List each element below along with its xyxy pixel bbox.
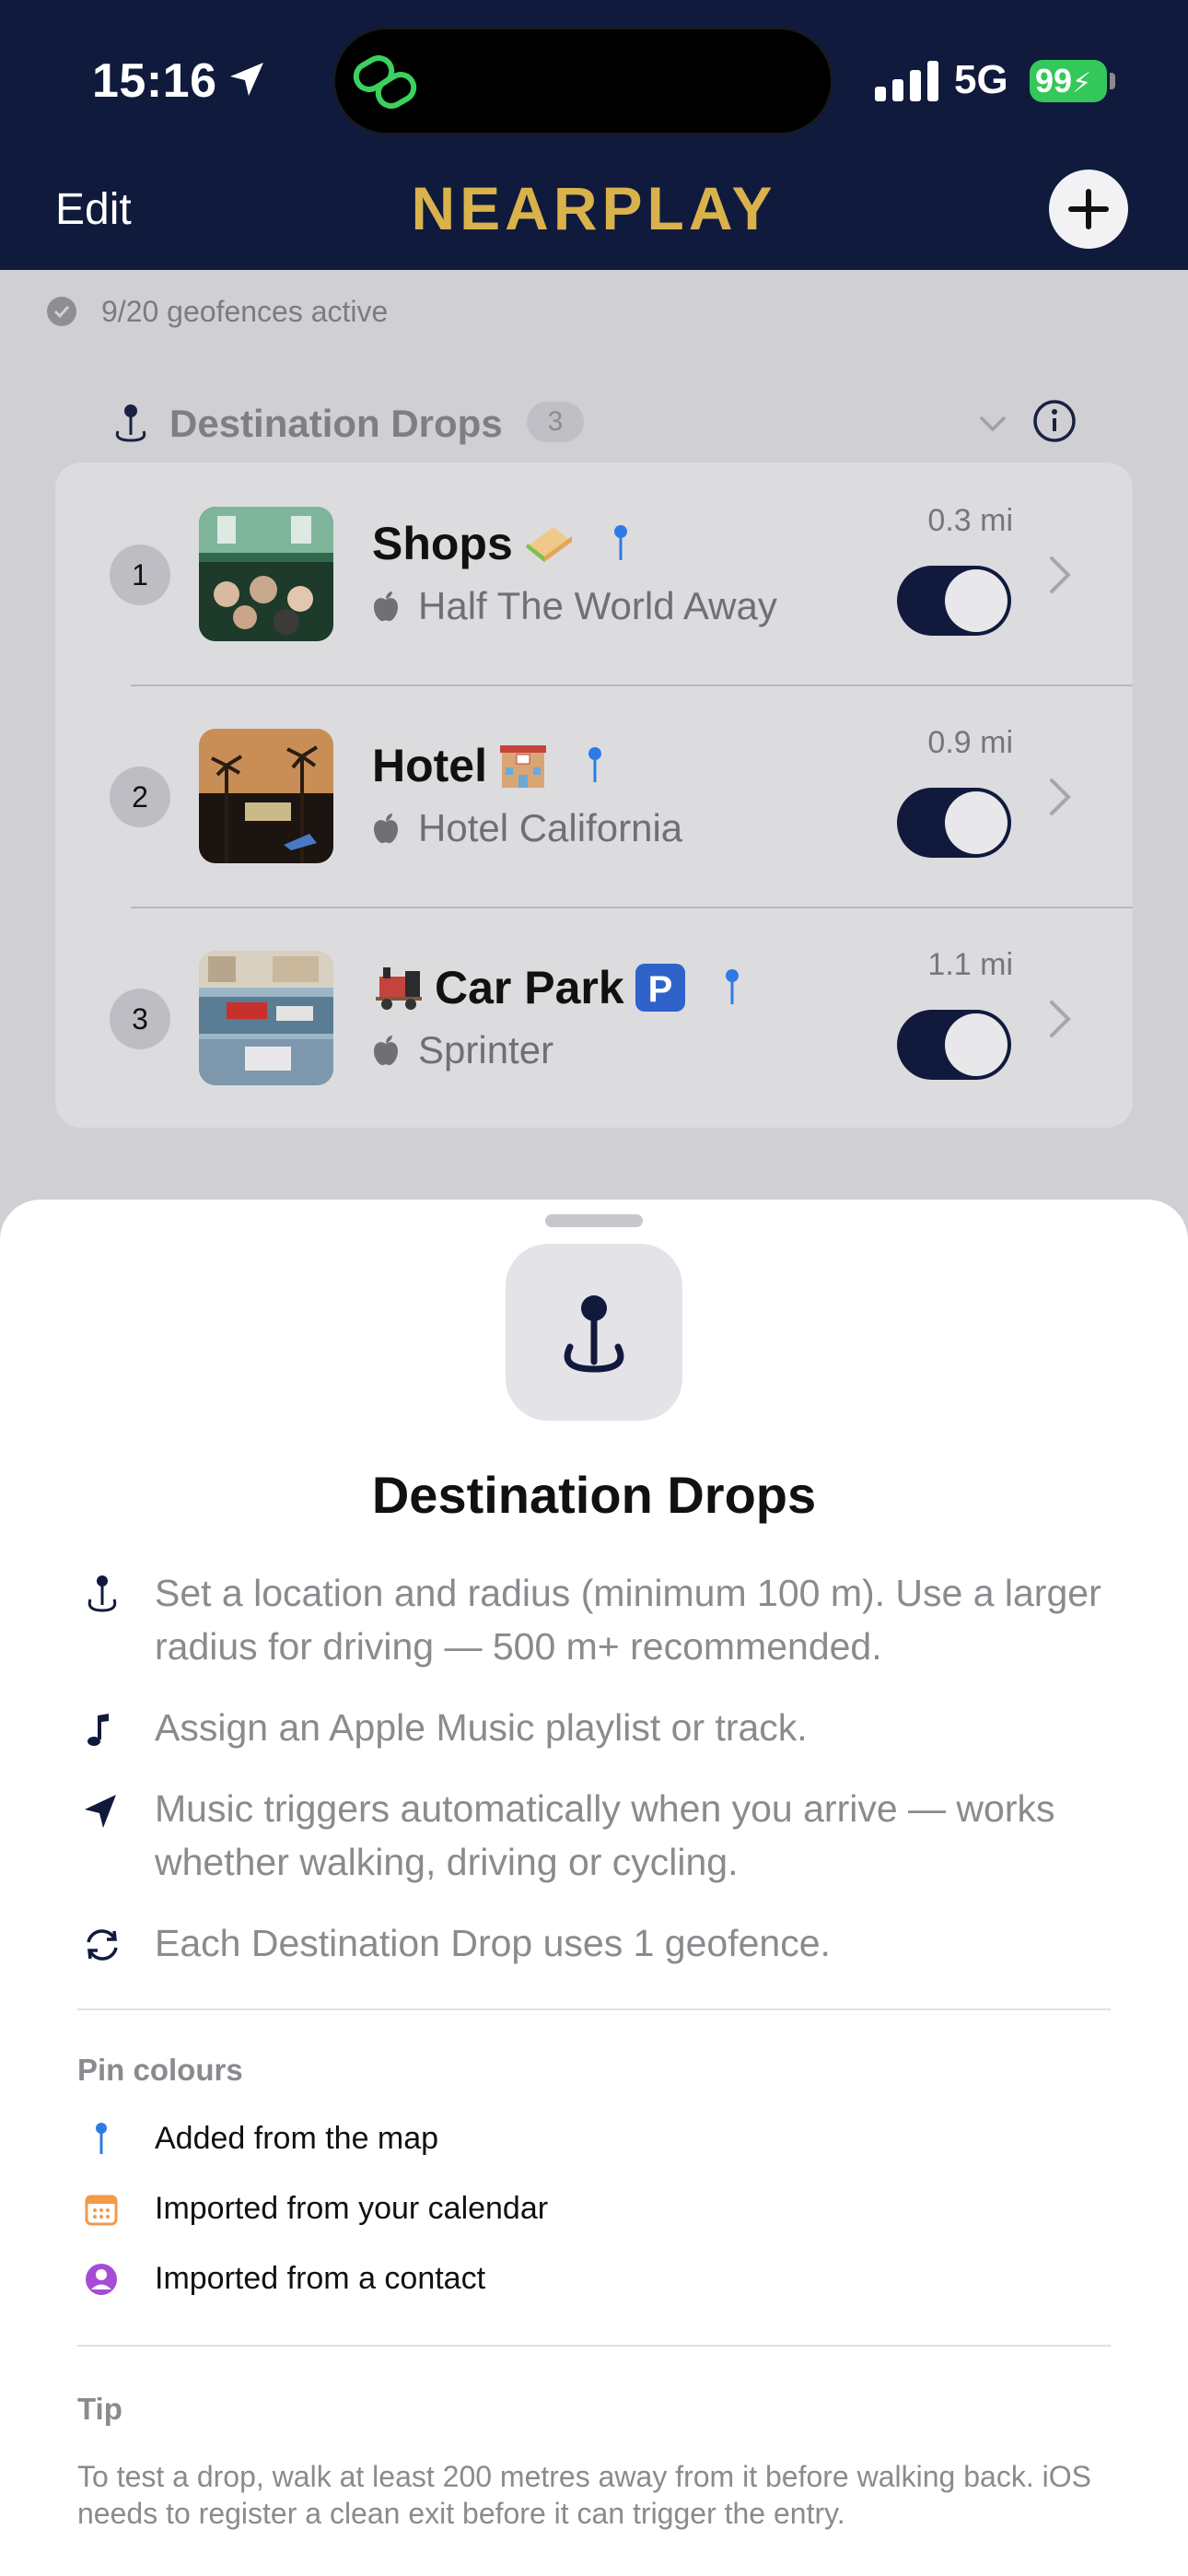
- drop-index: 2: [110, 767, 170, 827]
- drop-index: 3: [110, 989, 170, 1049]
- island-activity-icon: [353, 55, 417, 109]
- chevron-right-icon: [1050, 1001, 1071, 1037]
- bullet-text: Assign an Apple Music playlist or track.: [155, 1706, 808, 1749]
- drop-row[interactable]: 3 Car Park P Sprinter 1.1 mi: [55, 907, 1133, 1128]
- apple-logo-icon: [374, 1036, 398, 1066]
- legend-item: Added from the map: [77, 2115, 1090, 2163]
- cellular-signal-icon: [875, 61, 938, 101]
- album-art: [199, 951, 333, 1085]
- parking-emoji-icon: P: [635, 964, 685, 1012]
- sheet-title: Destination Drops: [371, 1466, 817, 1524]
- toggle-knob: [945, 791, 1007, 854]
- info-bullet: Each Destination Drop uses 1 geofence.: [77, 1916, 1118, 1972]
- info-icon[interactable]: [1031, 398, 1077, 444]
- drop-title: Shops: [372, 514, 631, 573]
- hotel-emoji-icon: [500, 745, 546, 788]
- info-bullet: Set a location and radius (minimum 100 m…: [77, 1566, 1118, 1677]
- track-name: Half The World Away: [418, 584, 777, 627]
- map-pin-icon: [725, 969, 739, 1004]
- svg-text:P: P: [647, 969, 672, 1010]
- pin-drop-icon: [115, 404, 146, 442]
- section-title: Destination Drops: [169, 402, 503, 445]
- info-bullet: Music triggers automatically when you ar…: [77, 1782, 1118, 1892]
- train-emoji-icon: [376, 967, 422, 1010]
- status-time: 15:16: [92, 54, 217, 108]
- album-art: [199, 507, 333, 641]
- drop-title: Hotel: [372, 736, 605, 795]
- calendar-icon: [85, 2195, 118, 2226]
- chevron-down-icon[interactable]: [974, 405, 1011, 442]
- sandwich-emoji-icon: [525, 527, 572, 562]
- drop-index: 1: [110, 544, 170, 605]
- apple-logo-icon: [374, 591, 398, 622]
- tip-text: To test a drop, walk at least 200 metres…: [77, 2460, 1091, 2530]
- app-logo: NEARPLAY: [411, 174, 777, 242]
- track-name: Hotel California: [418, 806, 683, 849]
- geofence-status-text: 9/20 geofences active: [101, 294, 389, 328]
- legend-text: Imported from your calendar: [155, 2191, 549, 2226]
- info-bullet: Assign an Apple Music playlist or track.: [77, 1701, 1118, 1756]
- drop-title: Car Park P: [372, 958, 742, 1017]
- map-pin-icon: [613, 525, 627, 560]
- drops-list: 1 Shops Half The World Away 0.3 mi 2 Hot…: [55, 463, 1133, 1128]
- location-arrow-icon: [85, 1795, 116, 1828]
- sheet-grabber[interactable]: [545, 1214, 643, 1227]
- section-count-badge: 3: [527, 402, 584, 442]
- apple-logo-icon: [374, 814, 398, 844]
- battery-level: 99: [1035, 62, 1073, 100]
- pin-icon: [87, 1575, 117, 1612]
- section-header[interactable]: Destination Drops 3: [111, 396, 1087, 451]
- geofence-status: 9/20 geofences active: [46, 291, 388, 332]
- drop-row[interactable]: 1 Shops Half The World Away 0.3 mi: [55, 463, 1133, 685]
- bullet-text: Set a location and radius (minimum 100 m…: [155, 1572, 1101, 1668]
- drop-toggle[interactable]: [897, 1010, 1011, 1080]
- toggle-knob: [945, 1013, 1007, 1076]
- legend-item: Imported from a contact: [77, 2255, 1090, 2303]
- drop-row[interactable]: 2 Hotel Hotel California 0.9 mi: [55, 685, 1133, 907]
- app-header: 15:16 5G 99⚡ Edit NEARPLAY: [0, 0, 1188, 270]
- chevron-right-icon: [1050, 556, 1071, 593]
- drop-distance: 0.9 mi: [927, 725, 1013, 760]
- chevron-right-icon: [1050, 779, 1071, 815]
- pin-colours-label: Pin colours: [77, 2053, 243, 2087]
- album-art: [199, 729, 333, 863]
- section-divider: [77, 2008, 1111, 2010]
- bullet-text: Music triggers automatically when you ar…: [155, 1787, 1055, 1883]
- refresh-icon: [87, 1929, 118, 1961]
- drop-toggle[interactable]: [897, 566, 1011, 636]
- charging-bolt-icon: ⚡: [1072, 68, 1092, 99]
- pin-drop-icon: [564, 1295, 624, 1373]
- drop-distance: 1.1 mi: [927, 947, 1013, 982]
- drop-name: Shops: [372, 518, 513, 569]
- tip-label: Tip: [77, 2392, 122, 2426]
- map-pin-icon: [588, 747, 601, 782]
- add-drop-button[interactable]: [1049, 170, 1128, 249]
- battery-nub: [1110, 73, 1115, 89]
- plus-icon: [1068, 189, 1109, 229]
- drop-track: Hotel California: [372, 802, 682, 854]
- row-separator: [131, 685, 1133, 686]
- blue-pin-icon: [96, 2123, 107, 2154]
- legend-item: Imported from your calendar: [77, 2185, 1090, 2233]
- drop-name: Car Park: [435, 962, 624, 1013]
- legend-text: Imported from a contact: [155, 2261, 486, 2296]
- location-services-icon: [230, 63, 263, 96]
- drop-track: Sprinter: [372, 1025, 553, 1076]
- music-note-icon: [87, 1714, 109, 1746]
- row-separator: [131, 907, 1133, 908]
- track-name: Sprinter: [418, 1028, 554, 1071]
- contact-icon: [86, 2264, 117, 2295]
- battery-indicator: 99⚡: [1030, 60, 1107, 102]
- sheet-header-icon: [506, 1244, 682, 1421]
- section-divider: [77, 2345, 1111, 2347]
- network-type: 5G: [954, 57, 1008, 102]
- drop-distance: 0.3 mi: [927, 503, 1013, 538]
- bullet-text: Each Destination Drop uses 1 geofence.: [155, 1922, 831, 1964]
- drop-toggle[interactable]: [897, 788, 1011, 858]
- drop-track: Half The World Away: [372, 580, 777, 632]
- checkmark-circle-icon: [47, 297, 76, 326]
- drop-name: Hotel: [372, 740, 487, 791]
- toggle-knob: [945, 569, 1007, 632]
- legend-text: Added from the map: [155, 2121, 439, 2156]
